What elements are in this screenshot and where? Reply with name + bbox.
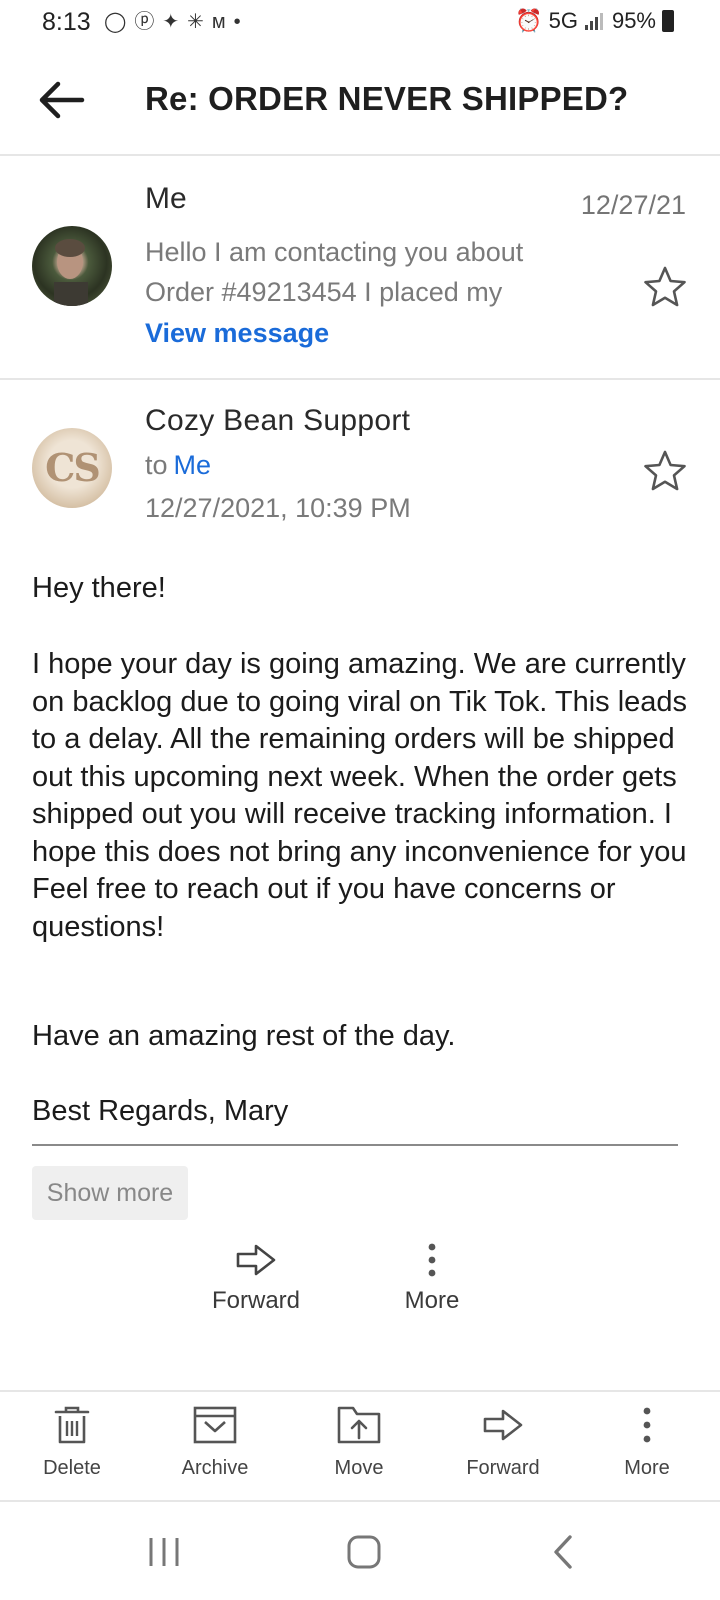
- twitter-icon: ✦: [162, 11, 180, 33]
- alarm-icon: ⏰: [515, 8, 543, 33]
- archive-button[interactable]: Archive: [155, 1404, 275, 1480]
- star-button[interactable]: [642, 448, 688, 494]
- preview-line: Order #49213454 I placed my: [145, 277, 503, 307]
- back-button[interactable]: [36, 78, 86, 122]
- avatar-photo: [54, 239, 88, 306]
- toolbar-more-label: More: [624, 1457, 670, 1479]
- archive-icon: [193, 1406, 237, 1444]
- sender-name: Me: [145, 182, 187, 215]
- battery-percent: 95%: [611, 8, 656, 33]
- back-arrow-icon: [39, 81, 85, 119]
- move-folder-icon: [337, 1406, 381, 1444]
- toolbar-more-button[interactable]: More: [587, 1404, 707, 1480]
- mail-app-icon: ᴍ: [211, 11, 226, 33]
- forward-label: Forward: [211, 1287, 301, 1314]
- view-message-link[interactable]: View message: [145, 318, 329, 349]
- trash-icon: [54, 1406, 90, 1444]
- show-more-button[interactable]: Show more: [32, 1166, 188, 1220]
- sender-name: Cozy Bean Support: [145, 404, 411, 437]
- recipient-name[interactable]: Me: [174, 450, 212, 480]
- forward-arrow-icon: [483, 1409, 523, 1441]
- sparkle-app-icon: ✳: [187, 11, 204, 33]
- status-bar: 8:13 ◯ ⓟ ✦ ✳ ᴍ • ⏰ 5G 95%: [0, 0, 720, 46]
- star-icon: [644, 266, 686, 307]
- page-title: Re: ORDER NEVER SHIPPED?: [145, 80, 629, 117]
- more-vertical-icon: [428, 1243, 436, 1277]
- home-icon: [347, 1535, 381, 1569]
- toolbar-forward-label: Forward: [466, 1457, 540, 1479]
- move-label: Move: [334, 1457, 384, 1479]
- archive-label: Archive: [181, 1457, 249, 1479]
- message-date: 12/27/21: [580, 190, 686, 220]
- system-nav-bar: [0, 1504, 720, 1600]
- system-back-button[interactable]: [534, 1532, 594, 1572]
- delete-button[interactable]: Delete: [12, 1404, 132, 1480]
- chevron-left-icon: [554, 1535, 572, 1569]
- avatar-initials: CS: [45, 445, 101, 490]
- message-datetime: 12/27/2021, 10:39 PM: [145, 493, 411, 523]
- star-button[interactable]: [642, 264, 688, 310]
- message-signoff: Best Regards, Mary: [32, 1095, 289, 1127]
- network-label: 5G: [548, 8, 578, 33]
- star-icon: [644, 450, 686, 491]
- message-header: Re: ORDER NEVER SHIPPED?: [0, 48, 720, 156]
- message-closing: Have an amazing rest of the day.: [32, 1020, 456, 1052]
- more-label: More: [404, 1287, 460, 1314]
- home-button[interactable]: [334, 1532, 394, 1572]
- delete-label: Delete: [43, 1457, 101, 1479]
- recents-icon: [149, 1538, 179, 1566]
- recipient-line: to Me: [145, 450, 211, 481]
- preview-line: Hello I am contacting you about: [145, 237, 524, 267]
- avatar: [32, 226, 112, 306]
- battery-icon: [662, 10, 674, 32]
- notification-icons: ◯ ⓟ ✦ ✳ ᴍ •: [104, 10, 241, 34]
- message-actions: Forward More: [0, 1242, 720, 1332]
- status-right: ⏰ 5G 95%: [515, 8, 674, 34]
- recents-button[interactable]: [134, 1532, 194, 1572]
- more-button[interactable]: More: [372, 1242, 492, 1315]
- pinterest-icon: ⓟ: [134, 11, 155, 33]
- status-time: 8:13: [42, 8, 91, 36]
- circle-app-icon: ◯: [104, 11, 127, 33]
- more-notifications-dot-icon: •: [233, 11, 241, 33]
- forward-arrow-icon: [236, 1244, 276, 1276]
- message-greeting: Hey there!: [32, 572, 166, 604]
- bottom-toolbar: Delete Archive Move Forward More: [0, 1390, 720, 1502]
- message-preview: Hello I am contacting you about Order #4…: [145, 232, 565, 312]
- signal-icon: [584, 13, 603, 30]
- divider: [32, 1144, 678, 1146]
- avatar: CS: [32, 428, 112, 508]
- to-prefix: to: [145, 450, 168, 480]
- message-body: I hope your day is going amazing. We are…: [32, 648, 688, 943]
- collapsed-message[interactable]: Me 12/27/21 Hello I am contacting you ab…: [0, 158, 720, 380]
- toolbar-forward-button[interactable]: Forward: [443, 1404, 563, 1480]
- forward-button[interactable]: Forward: [196, 1242, 316, 1315]
- move-button[interactable]: Move: [299, 1404, 419, 1480]
- more-vertical-icon: [643, 1407, 651, 1443]
